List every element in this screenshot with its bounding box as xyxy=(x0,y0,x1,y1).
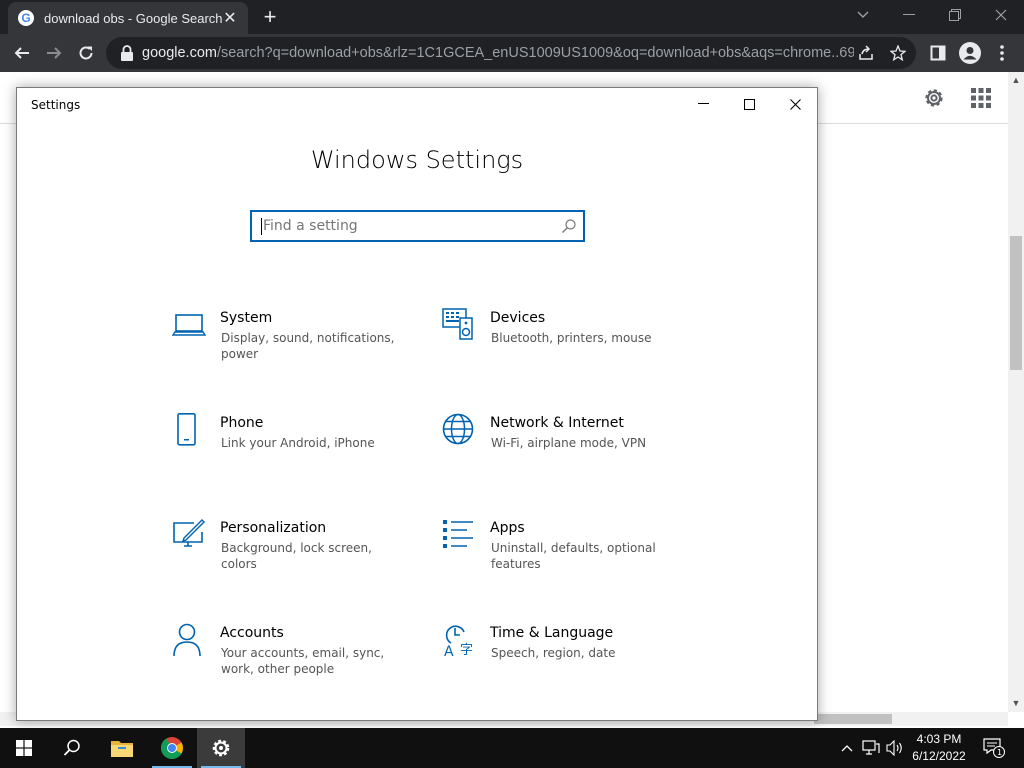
category-name: Phone xyxy=(220,415,264,431)
address-bar[interactable]: google.com/search?q=download+obs&rlz=1C1… xyxy=(106,37,916,69)
apps-list-icon xyxy=(443,520,473,548)
category-description: Bluetooth, printers, mouse xyxy=(491,331,652,345)
search-icon xyxy=(63,739,80,756)
time-language-icon: A字 xyxy=(444,625,473,657)
browser-tab-strip: G download obs - Google Search ✕ + xyxy=(0,0,1024,34)
phone-icon xyxy=(177,413,196,446)
category-apps[interactable]: Apps Uninstall, defaults, optional featu… xyxy=(442,518,682,588)
search-placeholder: Find a setting xyxy=(263,218,358,234)
url-host: google.com xyxy=(142,45,217,61)
settings-maximize-button[interactable] xyxy=(726,88,772,120)
globe-icon xyxy=(442,413,474,445)
settings-taskbar-button[interactable] xyxy=(197,728,245,768)
svg-text:A: A xyxy=(444,644,454,657)
url-path: /search?q=download+obs&rlz=1C1GCEA_enUS1… xyxy=(216,45,854,61)
new-tab-button[interactable]: + xyxy=(258,6,282,30)
taskbar-clock[interactable]: 4:03 PM 6/12/2022 xyxy=(906,731,972,765)
forward-arrow-icon[interactable] xyxy=(40,39,68,67)
category-description: Wi-Fi, airplane mode, VPN xyxy=(491,436,647,450)
folder-icon xyxy=(111,741,133,757)
category-name: Accounts xyxy=(220,625,284,641)
volume-icon[interactable] xyxy=(884,728,906,768)
bookmark-star-icon[interactable] xyxy=(888,43,908,63)
scroll-up-arrow-icon[interactable]: ▲ xyxy=(1011,75,1021,85)
google-apps-icon[interactable] xyxy=(970,87,992,109)
paint-screen-icon xyxy=(173,519,205,547)
lock-icon[interactable] xyxy=(120,45,134,61)
settings-window-title: Settings xyxy=(31,98,81,112)
settings-window: Settings Windows Settings Find a setting… xyxy=(16,87,818,721)
clock-time: 4:03 PM xyxy=(916,732,962,746)
vertical-scroll-thumb[interactable] xyxy=(1010,236,1022,370)
settings-heading: Windows Settings xyxy=(310,146,524,174)
start-button[interactable] xyxy=(0,728,48,768)
category-name: Devices xyxy=(490,310,546,326)
notification-icon: 1 xyxy=(983,738,1005,758)
category-time-language[interactable]: A字 Time & Language Speech, region, date xyxy=(442,623,682,693)
settings-minimize-button[interactable] xyxy=(680,88,726,120)
browser-minimize-button[interactable] xyxy=(886,0,932,30)
show-hidden-icons-chevron-icon[interactable] xyxy=(838,728,856,768)
category-system[interactable]: System Display, sound, notifications, po… xyxy=(172,308,412,378)
reload-icon[interactable] xyxy=(72,39,100,67)
svg-text:字: 字 xyxy=(460,643,473,657)
windows-logo-icon xyxy=(16,740,32,756)
category-name: Apps xyxy=(490,520,525,536)
laptop-icon xyxy=(172,314,206,336)
category-description: Display, sound, notifications, power xyxy=(221,331,395,361)
category-description: Uninstall, defaults, optional features xyxy=(491,541,656,571)
gear-icon xyxy=(212,739,230,757)
file-explorer-taskbar-button[interactable] xyxy=(98,728,146,768)
side-panel-icon[interactable] xyxy=(924,39,952,67)
text-caret xyxy=(261,218,262,235)
category-name: Time & Language xyxy=(490,625,614,641)
category-name: System xyxy=(220,310,273,326)
profile-avatar-icon[interactable] xyxy=(956,39,984,67)
action-center-button[interactable]: 1 xyxy=(980,728,1008,768)
find-setting-search-input[interactable]: Find a setting xyxy=(250,210,585,242)
taskbar: 4:03 PM 6/12/2022 1 xyxy=(0,728,1024,768)
category-description: Background, lock screen, colors xyxy=(221,541,372,571)
chrome-icon xyxy=(161,737,183,759)
category-description: Speech, region, date xyxy=(491,646,616,660)
close-tab-icon[interactable]: ✕ xyxy=(222,8,238,28)
search-button[interactable] xyxy=(48,728,96,768)
notification-count: 1 xyxy=(997,748,1002,757)
category-description: Your accounts, email, sync, work, other … xyxy=(221,646,385,676)
browser-toolbar: google.com/search?q=download+obs&rlz=1C1… xyxy=(0,34,1024,72)
category-network-internet[interactable]: Network & Internet Wi-Fi, airplane mode,… xyxy=(442,413,682,483)
back-arrow-icon[interactable] xyxy=(8,39,36,67)
category-description: Link your Android, iPhone xyxy=(221,436,375,450)
tab-title: download obs - Google Search xyxy=(44,10,222,26)
category-phone[interactable]: Phone Link your Android, iPhone xyxy=(172,413,412,483)
browser-menu-icon[interactable] xyxy=(988,39,1016,67)
network-icon[interactable] xyxy=(860,728,882,768)
category-name: Network & Internet xyxy=(490,415,624,431)
tab-search-chevron-icon[interactable] xyxy=(840,0,886,30)
person-icon xyxy=(173,623,201,657)
browser-tab[interactable]: G download obs - Google Search ✕ xyxy=(8,2,248,34)
google-favicon-icon: G xyxy=(18,10,34,26)
page-vertical-scrollbar[interactable]: ▲ ▼ xyxy=(1008,72,1024,712)
category-accounts[interactable]: Accounts Your accounts, email, sync, wor… xyxy=(172,623,412,693)
url-text: google.com/search?q=download+obs&rlz=1C1… xyxy=(142,45,854,61)
chrome-taskbar-button[interactable] xyxy=(148,728,196,768)
browser-close-button[interactable] xyxy=(978,0,1024,30)
share-icon[interactable] xyxy=(856,43,876,63)
category-personalization[interactable]: Personalization Background, lock screen,… xyxy=(172,518,412,588)
keyboard-speaker-icon xyxy=(442,308,473,340)
gear-icon[interactable] xyxy=(922,86,946,110)
category-name: Personalization xyxy=(220,520,327,536)
category-devices[interactable]: Devices Bluetooth, printers, mouse xyxy=(442,308,682,378)
clock-date: 6/12/2022 xyxy=(912,749,966,763)
horizontal-scroll-thumb[interactable] xyxy=(814,714,892,724)
search-icon xyxy=(562,219,576,233)
scroll-down-arrow-icon[interactable]: ▼ xyxy=(1011,698,1021,708)
settings-close-button[interactable] xyxy=(772,88,818,120)
browser-restore-button[interactable] xyxy=(932,0,978,30)
